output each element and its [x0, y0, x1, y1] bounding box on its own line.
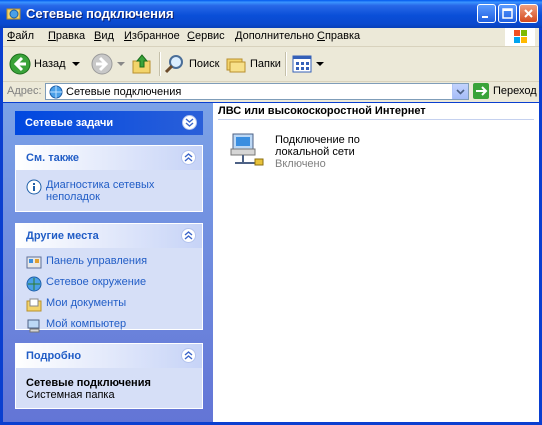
other-places-header[interactable]: Другие места — [16, 224, 202, 248]
title-bar[interactable]: Сетевые подключения — [0, 0, 542, 28]
close-icon — [524, 9, 533, 18]
menu-tools[interactable]: Сервис — [187, 30, 225, 42]
content-area: Сетевые задачи См. также Диагностика сет… — [3, 103, 539, 422]
connection-name: Подключение по локальной сети — [275, 134, 360, 158]
chevron-double-up-icon[interactable] — [181, 228, 196, 243]
explorer-window: Сетевые подключения Файл Правка Вид Избр… — [0, 0, 542, 425]
menu-edit[interactable]: Правка — [48, 30, 85, 42]
details-type: Системная папка — [26, 389, 115, 401]
toolbar: Назад Поиск Папки — [3, 47, 539, 82]
chevron-down-icon — [456, 89, 465, 95]
control-panel-icon — [26, 256, 42, 269]
search-icon — [164, 55, 183, 74]
toolbar-separator — [285, 52, 287, 76]
folders-icon — [226, 58, 246, 73]
network-tasks-panel: Сетевые задачи — [15, 111, 203, 136]
close-button[interactable] — [519, 4, 538, 23]
chevron-double-up-icon[interactable] — [181, 348, 196, 363]
window-title: Сетевые подключения — [26, 6, 174, 21]
windows-logo-icon — [505, 28, 535, 46]
details-header[interactable]: Подробно — [16, 344, 202, 368]
address-label: Адрес: — [7, 85, 42, 97]
chevron-double-up-icon[interactable] — [181, 150, 196, 165]
details-panel: Подробно Сетевые подключения Системная п… — [15, 343, 203, 409]
up-folder-button[interactable] — [131, 51, 153, 77]
network-tasks-header[interactable]: Сетевые задачи — [15, 111, 203, 135]
see-also-header[interactable]: См. также — [16, 146, 202, 170]
menu-favorites[interactable]: Избранное — [124, 30, 180, 42]
lan-connection-icon — [230, 133, 264, 166]
go-arrow-icon — [473, 83, 489, 99]
address-dropdown-button[interactable] — [452, 84, 468, 99]
chevron-down-icon — [316, 62, 324, 66]
minimize-icon — [482, 16, 488, 18]
menu-view[interactable]: Вид — [94, 30, 114, 42]
address-value: Сетевые подключения — [66, 86, 182, 98]
link-network-places[interactable]: Сетевое окружение — [26, 276, 194, 292]
search-button[interactable]: Поиск — [164, 51, 219, 77]
menu-file[interactable]: Файл — [7, 30, 34, 42]
chevron-down-icon[interactable] — [117, 61, 125, 67]
back-button[interactable]: Назад — [9, 51, 80, 77]
forward-button[interactable] — [91, 51, 125, 77]
info-icon — [26, 179, 42, 195]
task-pane: Сетевые задачи См. также Диагностика сет… — [3, 103, 213, 422]
network-connections-icon — [49, 85, 63, 99]
link-my-documents[interactable]: Мои документы — [26, 297, 194, 313]
go-button[interactable]: Переход — [473, 83, 537, 99]
views-button[interactable] — [291, 51, 324, 77]
link-network-diagnostics[interactable]: Диагностика сетевых неполадок — [26, 179, 194, 203]
link-control-panel[interactable]: Панель управления — [26, 255, 194, 271]
forward-arrow-icon — [91, 53, 113, 75]
my-computer-icon — [27, 319, 40, 333]
address-bar: Адрес: Сетевые подключения Переход — [3, 82, 539, 102]
link-my-computer[interactable]: Мой компьютер — [26, 318, 194, 334]
maximize-button[interactable] — [498, 4, 517, 23]
chevron-double-down-icon[interactable] — [182, 115, 197, 130]
address-input[interactable]: Сетевые подключения — [45, 83, 469, 100]
toolbar-separator — [159, 52, 161, 76]
folders-button[interactable]: Папки — [225, 51, 281, 77]
see-also-panel: См. также Диагностика сетевых неполадок — [15, 145, 203, 212]
menu-bar: Файл Правка Вид Избранное Сервис Дополни… — [3, 28, 539, 47]
up-folder-icon — [132, 54, 151, 74]
maximize-icon — [502, 8, 513, 19]
network-folder-icon — [6, 8, 21, 20]
connection-status: Включено — [275, 158, 326, 170]
menu-advanced[interactable]: Дополнительно — [235, 30, 314, 42]
chevron-down-icon[interactable] — [71, 61, 80, 67]
menu-help[interactable]: Справка — [317, 30, 360, 42]
other-places-panel: Другие места Панель управления Сетевое о… — [15, 223, 203, 333]
connections-view: ЛВС или высокоскоростной Интернет Подклю… — [213, 103, 539, 422]
minimize-button[interactable] — [477, 4, 496, 23]
views-icon — [292, 55, 312, 73]
my-documents-icon — [26, 298, 42, 312]
group-header: ЛВС или высокоскоростной Интернет — [218, 103, 534, 120]
back-arrow-icon — [9, 53, 31, 75]
details-name: Сетевые подключения — [26, 377, 151, 389]
network-places-icon — [26, 276, 42, 292]
